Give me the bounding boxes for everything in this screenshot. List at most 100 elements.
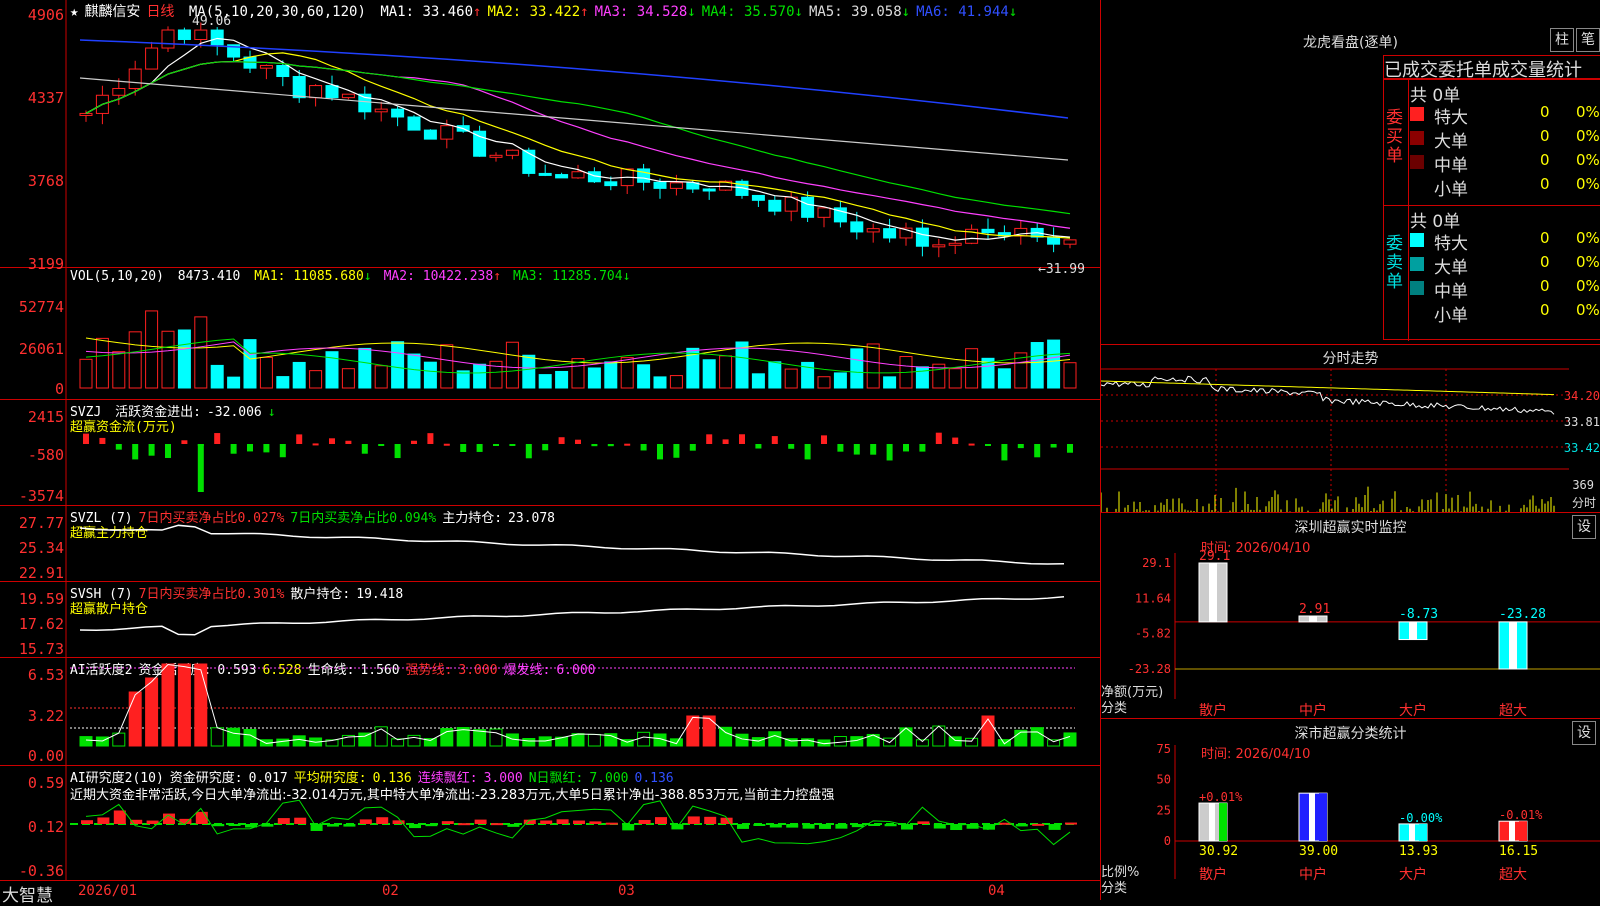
activity-bar bbox=[686, 715, 700, 747]
flow-bar bbox=[1067, 444, 1073, 453]
candle bbox=[555, 174, 569, 179]
activity-bar bbox=[79, 736, 93, 747]
svzl-panel[interactable]: SVZL (7) 7日内买卖净占比0.027% 7日内买卖净占比0.094% 主力持仓… bbox=[0, 506, 1100, 582]
svsh-panel[interactable]: SVSH (7) 7日内买卖净占比0.301% 散户持仓: 19.418 超赢散户持仓… bbox=[0, 582, 1100, 658]
intraday-vol-label: 369 bbox=[1572, 478, 1594, 492]
volume-bar bbox=[915, 366, 929, 389]
flow-bar bbox=[361, 444, 368, 454]
research-bar bbox=[540, 820, 553, 824]
svzj-panel[interactable]: SVZJ 活跃资金进出: -32.006 ↓ 超赢资金流(万元) 2415 -580… bbox=[0, 400, 1100, 506]
order-pct: 0% bbox=[1576, 277, 1600, 295]
bar-mode-button[interactable]: 柱 bbox=[1550, 28, 1574, 52]
tick-mode-button[interactable]: 笔 bbox=[1576, 28, 1600, 52]
flow-bar bbox=[673, 444, 680, 458]
activity-bar bbox=[95, 736, 109, 747]
order-row: 中单 0 0% bbox=[1410, 151, 1600, 176]
ai-active-panel[interactable]: AI活跃度2 资金活跃度: 0.593 6.528 生命线: 1.560 强势线: 3.000… bbox=[0, 658, 1100, 766]
intraday-chart[interactable] bbox=[1101, 345, 1569, 513]
order-type: 小单 bbox=[1434, 306, 1468, 326]
sz-class-chart[interactable]: 75 50 25 0 +0.01% 30.92 散户 39.00 中户 -0.00% 13.93 大户… bbox=[1101, 719, 1600, 901]
sz-class-panel[interactable]: 深市超赢分类统计 设 时间: 2026/04/10 比例% 分类 75 50 25 0… bbox=[1100, 718, 1600, 900]
order-row: 大单 0 0% bbox=[1410, 253, 1600, 278]
price-panel[interactable]: ★ 麒麟信安 日线 MA(5,10,20,30,60,120) MA1: 33.46… bbox=[0, 0, 1100, 277]
flow-bar bbox=[181, 440, 188, 444]
volume-bar bbox=[604, 361, 618, 389]
holding-line bbox=[79, 595, 1065, 636]
candle bbox=[79, 112, 93, 116]
svzj-chart[interactable] bbox=[0, 400, 1100, 506]
flow-bar bbox=[903, 444, 909, 452]
intraday-avg-line bbox=[1101, 380, 1555, 396]
candle bbox=[538, 172, 552, 176]
svsh-chart[interactable] bbox=[0, 582, 1100, 658]
research-bar bbox=[425, 824, 438, 827]
intraday-panel[interactable]: 分时走势 34.20 33.81 33.42 369 分时 bbox=[1100, 344, 1600, 513]
flow-bar bbox=[575, 439, 581, 444]
order-count: 0 bbox=[1540, 253, 1550, 271]
color-swatch-icon bbox=[1410, 233, 1424, 247]
ma-line bbox=[79, 77, 1069, 161]
volume-bar bbox=[423, 361, 437, 389]
flow-bar bbox=[312, 443, 319, 446]
category-label: 超大 bbox=[1499, 867, 1527, 883]
research-bar bbox=[589, 821, 602, 824]
price-chart[interactable] bbox=[0, 0, 1100, 268]
candle bbox=[883, 228, 897, 239]
ai-research-chart[interactable] bbox=[0, 766, 1100, 880]
candle bbox=[309, 85, 323, 99]
order-pct: 0% bbox=[1576, 253, 1600, 271]
activity-bar bbox=[948, 736, 962, 747]
candle bbox=[489, 154, 503, 158]
candle bbox=[128, 68, 142, 90]
activity-bar bbox=[1030, 727, 1044, 747]
bar-value-label: 13.93 bbox=[1399, 844, 1438, 859]
flow-bar bbox=[197, 444, 204, 492]
sz-monitor-chart[interactable]: 29.1 11.64 -5.82 -23.28 29.1 散户 2.91 中户 -8.73 大户 -… bbox=[1101, 513, 1600, 719]
candle bbox=[768, 199, 782, 212]
activity-bar bbox=[719, 726, 733, 747]
research-bar bbox=[113, 810, 126, 824]
volume-bar bbox=[309, 370, 323, 389]
research-bar bbox=[687, 816, 700, 824]
research-bar bbox=[622, 824, 635, 831]
candle bbox=[374, 108, 388, 113]
sz-monitor-panel[interactable]: 深圳超赢实时监控 设 时间: 2026/04/10 净额(万元) 分类 29.1… bbox=[1100, 512, 1600, 719]
volume-chart[interactable] bbox=[0, 268, 1100, 400]
ai-research-panel[interactable]: AI研究度2(10) 资金研究度: 0.017 平均研究度: 0.136 连续飘红: 3.0… bbox=[0, 766, 1100, 880]
flow-bar bbox=[296, 434, 303, 444]
volume-bar bbox=[702, 359, 716, 389]
volume-bar bbox=[227, 376, 241, 389]
flow-bar bbox=[640, 444, 647, 451]
flow-bar bbox=[214, 433, 221, 444]
order-type: 小单 bbox=[1434, 180, 1468, 200]
y-tick: 50 bbox=[1157, 773, 1171, 787]
flow-bar bbox=[115, 444, 122, 450]
ai-active-chart[interactable] bbox=[0, 658, 1100, 766]
activity-bar bbox=[1063, 732, 1077, 747]
flow-bar bbox=[804, 444, 811, 460]
candle bbox=[932, 244, 946, 248]
flow-bar bbox=[755, 444, 762, 449]
research-bar bbox=[556, 819, 569, 824]
volume-bar bbox=[735, 341, 749, 389]
research-bar bbox=[507, 824, 520, 827]
volume-panel[interactable]: VOL(5,10,20) 8473.410 MA1: 11085.680↓ MA2… bbox=[0, 268, 1100, 400]
flow-bar bbox=[624, 443, 631, 446]
volume-bar bbox=[850, 348, 864, 389]
activity-bar bbox=[194, 663, 208, 747]
candle bbox=[112, 88, 126, 96]
flow-bar bbox=[165, 444, 171, 458]
flow-bar bbox=[279, 444, 286, 458]
svzl-chart[interactable] bbox=[0, 506, 1100, 582]
category-label: 中户 bbox=[1299, 702, 1327, 719]
volume-bar bbox=[965, 348, 979, 389]
bar-value-label: 29.1 bbox=[1199, 549, 1230, 564]
category-label: 大户 bbox=[1399, 702, 1427, 719]
research-bar bbox=[605, 822, 618, 825]
flow-bar bbox=[788, 444, 795, 449]
flow-bar bbox=[542, 444, 549, 451]
volume-bar bbox=[719, 355, 733, 389]
volume-bar bbox=[243, 339, 257, 389]
order-count: 0 bbox=[1540, 127, 1550, 145]
activity-bar bbox=[735, 733, 749, 747]
